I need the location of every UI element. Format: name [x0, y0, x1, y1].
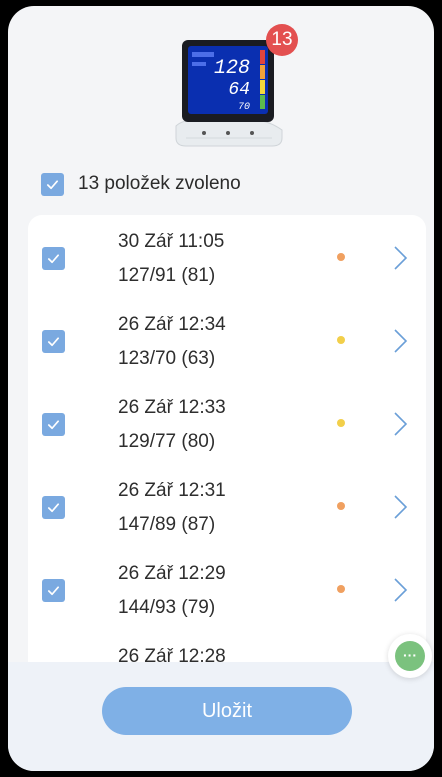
more-options-button[interactable]: ···: [388, 634, 432, 678]
item-checkbox[interactable]: [42, 330, 65, 353]
chevron-right-icon[interactable]: [392, 328, 408, 354]
record-date: 26 Zář 12:31: [118, 480, 226, 501]
list-item[interactable]: 26 Zář 12:34 123/70 (63): [28, 298, 426, 381]
record-date: 26 Zář 12:29: [118, 563, 226, 584]
record-values: 123/70 (63): [118, 348, 216, 369]
selection-count-label: 13 položek zvoleno: [78, 173, 241, 194]
level-indicator-dot: [337, 253, 345, 261]
blood-pressure-monitor-image: 128 64 70: [175, 40, 283, 147]
select-all-checkbox[interactable]: [41, 172, 64, 196]
level-indicator-dot: [337, 419, 345, 427]
record-values: 129/77 (80): [118, 431, 216, 452]
record-values: 147/89 (87): [118, 514, 216, 535]
check-icon: [46, 179, 59, 189]
record-date: 26 Zář 12:34: [118, 314, 226, 335]
check-icon: [47, 586, 60, 596]
level-indicator-dot: [337, 502, 345, 510]
item-checkbox[interactable]: [42, 413, 65, 436]
item-checkbox[interactable]: [42, 247, 65, 270]
check-icon: [47, 254, 60, 264]
record-date: 30 Zář 11:05: [118, 231, 225, 252]
select-all-row[interactable]: 13 položek zvoleno: [41, 171, 241, 197]
record-date: 26 Zář 12:33: [118, 397, 226, 418]
screen-dia-value: 64: [228, 80, 250, 100]
check-icon: [47, 503, 60, 513]
list-item[interactable]: 26 Zář 12:31 147/89 (87): [28, 464, 426, 547]
screen-sys-value: 128: [214, 57, 250, 80]
app-screen: 128 64 70 13 13 položek zvoleno 30 Zář 1…: [8, 6, 434, 771]
chevron-right-icon[interactable]: [392, 577, 408, 603]
footer-bar: Uložit: [8, 662, 434, 771]
notification-badge: 13: [266, 24, 298, 56]
list-item[interactable]: 30 Zář 11:05 127/91 (81): [28, 215, 426, 298]
item-checkbox[interactable]: [42, 496, 65, 519]
record-values: 127/91 (81): [118, 265, 216, 286]
chevron-right-icon[interactable]: [392, 245, 408, 271]
record-values: 144/93 (79): [118, 597, 216, 618]
level-indicator-dot: [337, 585, 345, 593]
level-indicator-dot: [337, 336, 345, 344]
records-list: 30 Zář 11:05 127/91 (81) 26 Zář 12:34 12…: [28, 215, 426, 695]
screen-pulse-value: 70: [238, 102, 250, 113]
more-dots-icon: ···: [395, 641, 425, 671]
save-button[interactable]: Uložit: [102, 687, 352, 735]
check-icon: [47, 337, 60, 347]
list-item[interactable]: 26 Zář 12:29 144/93 (79): [28, 547, 426, 630]
chevron-right-icon[interactable]: [392, 411, 408, 437]
list-item[interactable]: 26 Zář 12:33 129/77 (80): [28, 381, 426, 464]
chevron-right-icon[interactable]: [392, 494, 408, 520]
check-icon: [47, 420, 60, 430]
item-checkbox[interactable]: [42, 579, 65, 602]
